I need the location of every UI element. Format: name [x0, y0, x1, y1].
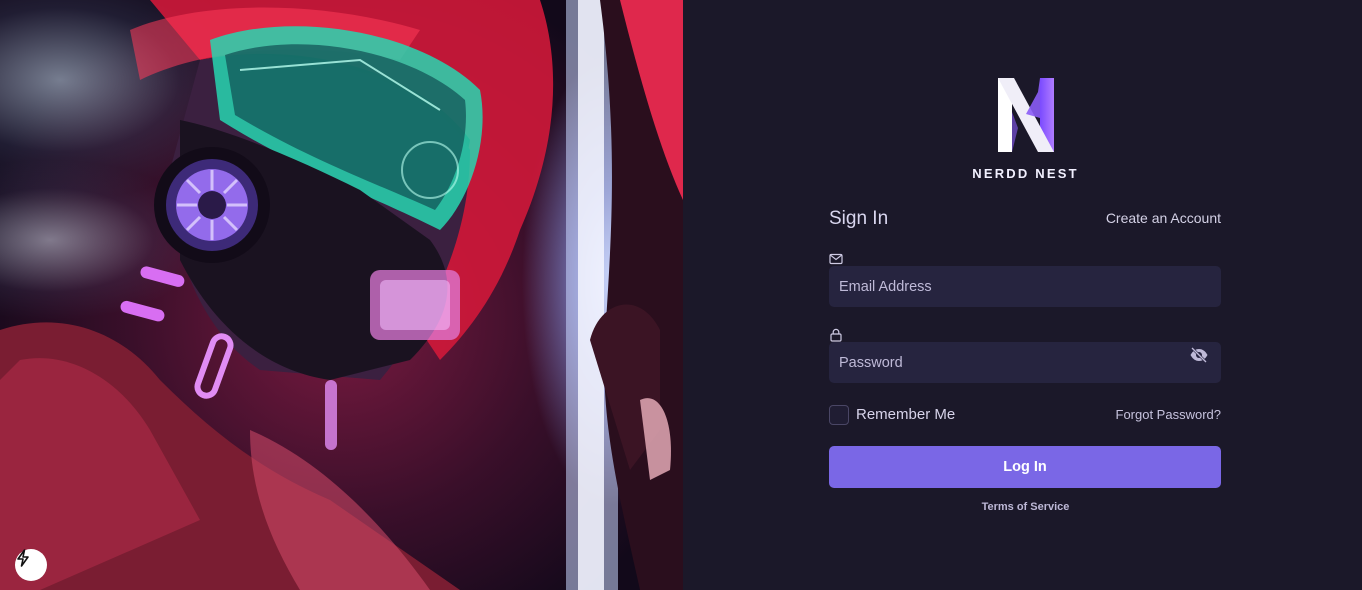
forgot-password-link[interactable]: Forgot Password?	[1116, 407, 1222, 422]
eye-off-icon[interactable]	[1189, 346, 1209, 364]
remember-me-checkbox[interactable]	[829, 405, 849, 425]
login-page: NERDD NEST Sign In Create an Account Rem…	[0, 0, 1362, 590]
bolt-badge-icon[interactable]	[15, 549, 47, 581]
cyberpunk-illustration	[0, 0, 683, 590]
create-account-link[interactable]: Create an Account	[1106, 210, 1221, 226]
lock-icon	[830, 328, 842, 342]
email-field[interactable]	[829, 266, 1221, 307]
brand-name: NERDD NEST	[972, 166, 1079, 181]
page-title: Sign In	[829, 208, 889, 229]
remember-me-label[interactable]: Remember Me	[856, 406, 955, 423]
password-field[interactable]	[829, 342, 1221, 383]
login-panel: NERDD NEST Sign In Create an Account Rem…	[683, 0, 1362, 590]
terms-of-service-link[interactable]: Terms of Service	[923, 501, 1128, 513]
n-logo-icon	[996, 78, 1056, 152]
envelope-icon	[829, 253, 843, 265]
login-button[interactable]: Log In	[829, 446, 1221, 488]
hero-image	[0, 0, 683, 590]
